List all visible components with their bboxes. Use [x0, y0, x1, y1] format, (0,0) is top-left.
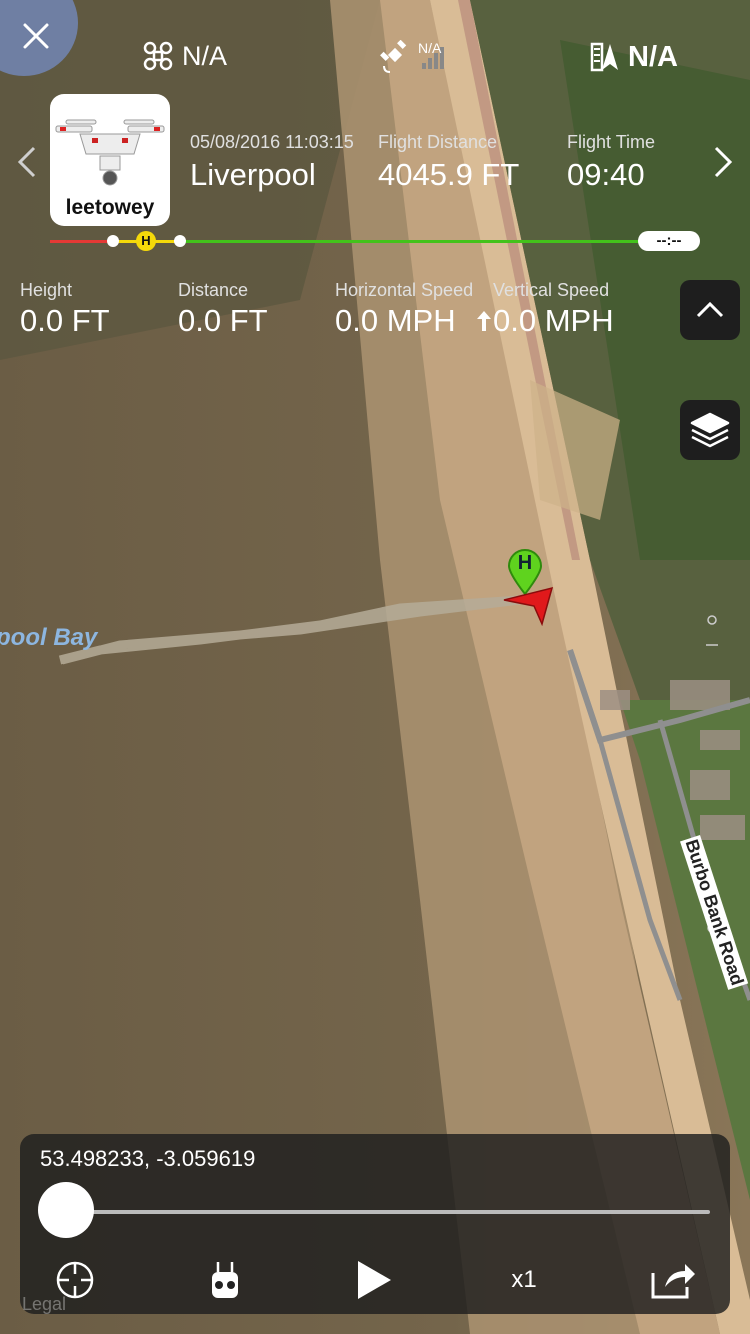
distance-label: Distance: [178, 280, 249, 300]
playback-panel: 53.498233, -3.059619 x1: [20, 1134, 730, 1314]
remote-controller-button[interactable]: [204, 1258, 246, 1302]
drone-icon: [143, 41, 173, 71]
aircraft-status-value: N/A: [182, 40, 228, 71]
aircraft-position-icon: [503, 586, 554, 626]
remote-controller-icon: [212, 1262, 238, 1298]
coordinates-readout: 53.498233, -3.059619: [40, 1146, 256, 1171]
timeline-red-segment: [50, 240, 114, 243]
chevron-left-icon: [17, 146, 36, 178]
chevron-right-icon: [714, 146, 733, 178]
flight-location: Liverpool: [190, 157, 316, 192]
vertical-up-arrow-icon: [477, 311, 491, 331]
flight-timeline[interactable]: H --:--: [50, 231, 700, 251]
flight-date-block: 05/08/2016 11:03:15 Liverpool: [190, 132, 354, 193]
flight-time-label: Flight Time: [567, 132, 656, 152]
timeline-end-label: --:--: [656, 232, 682, 249]
timeline-home-marker: H: [136, 231, 156, 251]
vertical-speed-value: 0.0 MPH: [493, 303, 614, 338]
play-icon: [358, 1261, 391, 1299]
distance-value: 0.0 FT: [178, 303, 268, 338]
horizontal-speed-value: 0.0 MPH: [335, 303, 456, 338]
play-button[interactable]: [352, 1258, 396, 1302]
playback-slider-track[interactable]: [66, 1210, 710, 1214]
compass-status: N/A: [588, 40, 678, 74]
share-icon: [651, 1264, 695, 1299]
height-block: Height 0.0 FT: [20, 280, 110, 339]
satellite-icon: [380, 40, 407, 73]
compass-icon: [590, 42, 618, 72]
next-flight-button[interactable]: [712, 144, 736, 190]
distance-block: Distance 0.0 FT: [178, 280, 268, 339]
horizontal-speed-label: Horizontal Speed: [335, 280, 474, 300]
timeline-home-label: H: [141, 233, 151, 248]
height-value: 0.0 FT: [20, 303, 110, 338]
map-layers-button[interactable]: [680, 400, 740, 460]
vertical-speed-label: Vertical Speed: [493, 280, 610, 300]
timeline-green-segment: [180, 240, 640, 243]
playback-speed-button[interactable]: x1: [502, 1258, 546, 1302]
playback-speed-label: x1: [511, 1266, 537, 1293]
gps-status-value: N/A: [418, 40, 442, 56]
share-button[interactable]: [650, 1258, 698, 1302]
playback-slider-thumb[interactable]: [38, 1182, 94, 1238]
flight-distance-value: 4045.9 FT: [378, 157, 520, 192]
aircraft-status: N/A: [142, 40, 227, 72]
flight-time-value: 09:40: [567, 157, 645, 192]
pilot-card[interactable]: leetowey: [50, 94, 170, 226]
horizontal-speed-block: Horizontal Speed 0.0 MPH: [335, 280, 473, 339]
top-status-bar: N/A N/A N/A: [0, 0, 750, 100]
collapse-panel-button[interactable]: [680, 280, 740, 340]
height-label: Height: [20, 280, 73, 300]
layers-icon: [690, 412, 730, 448]
chevron-up-icon: [696, 301, 724, 318]
flight-distance-block: Flight Distance 4045.9 FT: [378, 132, 519, 193]
timeline-start-dot: [107, 235, 119, 247]
drone-photo: [55, 119, 165, 186]
flight-distance-label: Flight Distance: [378, 132, 498, 152]
home-pin-label: H: [517, 552, 533, 574]
flight-time-block: Flight Time 09:40: [567, 132, 655, 193]
close-icon: [23, 23, 49, 49]
vertical-speed-block: Vertical Speed 0.0 MPH: [493, 280, 614, 339]
legal-link[interactable]: Legal: [22, 1294, 66, 1315]
map-bay-label: pool Bay: [0, 624, 98, 651]
pilot-name: leetowey: [65, 196, 155, 219]
previous-flight-button[interactable]: [14, 144, 38, 190]
timeline-end-pill: --:--: [638, 231, 700, 251]
flight-datetime: 05/08/2016 11:03:15: [190, 132, 354, 152]
timeline-end-dot: [174, 235, 186, 247]
compass-status-value: N/A: [628, 40, 678, 73]
close-button[interactable]: [0, 0, 78, 76]
gps-status: N/A: [380, 40, 448, 74]
